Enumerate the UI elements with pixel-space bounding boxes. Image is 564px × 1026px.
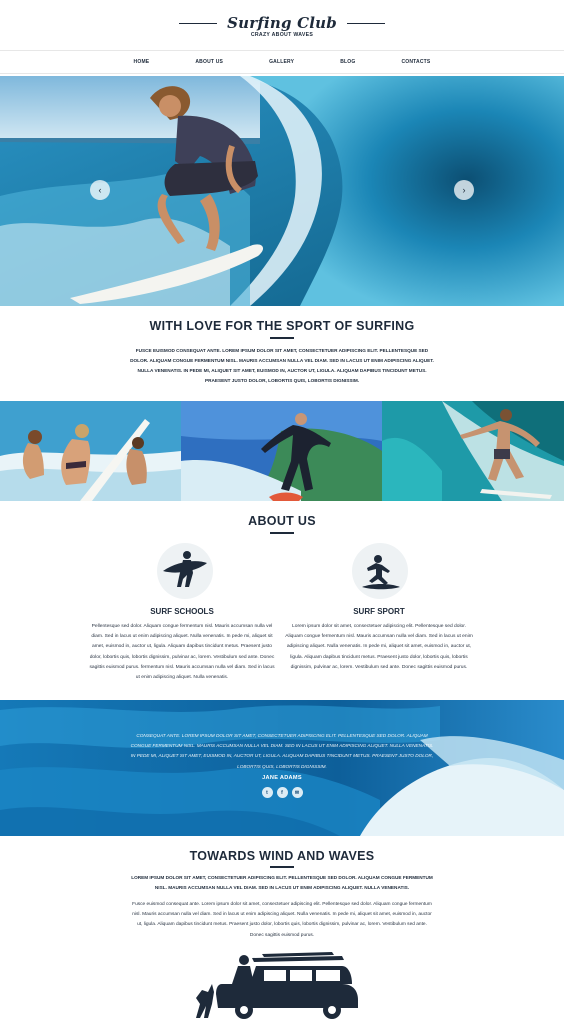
wind-bold-text: LOREM IPSUM DOLOR SIT AMET, CONSECTETUER… — [131, 875, 433, 891]
photo-surfer-wave-image — [382, 401, 564, 501]
email-icon[interactable]: ✉ — [291, 787, 303, 798]
facebook-icon[interactable]: f — [276, 787, 288, 798]
intro-title-underline — [270, 337, 294, 339]
site-tagline: CRAZY ABOUT WAVES — [250, 32, 314, 38]
site-header: Surfing Club CRAZY ABOUT WAVES — [0, 0, 564, 50]
wind-text: Fusce euismod consequat ante. Lorem ipsu… — [132, 902, 432, 938]
testimonial-author: JANE ADAMS — [262, 775, 302, 781]
social-links: t f ✉ — [0, 787, 564, 798]
logo-right-rule — [346, 22, 385, 24]
surf-sport-title: SURF SPORT — [353, 607, 405, 616]
intro-title: WITH LOVE FOR THE SPORT OF SURFING — [149, 319, 415, 333]
logo-row: Surfing Club — [0, 12, 564, 34]
nav-item-about-us[interactable]: ABOUT US — [195, 59, 223, 65]
photo-surfer-wave[interactable] — [382, 401, 564, 501]
surfer-with-board-icon — [157, 543, 213, 599]
twitter-icon[interactable]: t — [261, 787, 273, 798]
surf-schools-title: SURF SCHOOLS — [150, 607, 214, 616]
chevron-right-icon[interactable]: › — [454, 180, 474, 200]
wind-title-underline — [270, 866, 294, 868]
nav-item-contacts[interactable]: CONTACTS — [401, 59, 430, 65]
photo-surfer-wetsuit-image — [181, 401, 382, 501]
hero-slider: ‹ › — [0, 76, 564, 306]
logo-left-rule — [179, 22, 218, 24]
chevron-left-icon[interactable]: ‹ — [90, 180, 110, 200]
nav-item-blog[interactable]: BLOG — [340, 59, 355, 65]
about-title: ABOUT US — [248, 514, 316, 528]
hero-image-surfer — [0, 76, 564, 306]
photo-surf-girls-image — [0, 401, 181, 501]
surf-sport-text: Lorem ipsum dolor sit amet, consectetuer… — [285, 624, 473, 670]
photo-strip — [0, 401, 564, 501]
testimonial-text: CONSEQUAT ANTE. LOREM IPSUM DOLOR SIT AM… — [130, 733, 434, 769]
surf-schools-text: Pellentesque sed dolor. Aliquam congue f… — [89, 624, 275, 681]
nav-item-home[interactable]: HOME — [134, 59, 150, 65]
wind-title: TOWARDS WIND AND WAVES — [189, 849, 375, 863]
main-nav: HOME ABOUT US GALLERY BLOG CONTACTS — [0, 50, 564, 74]
surfer-riding-icon — [352, 543, 408, 599]
about-title-underline — [270, 532, 294, 534]
site-logo[interactable]: Surfing Club — [227, 14, 337, 32]
photo-surfer-wetsuit[interactable] — [181, 401, 382, 501]
nav-item-gallery[interactable]: GALLERY — [269, 59, 294, 65]
surf-car-silhouette-icon — [192, 948, 364, 1020]
photo-surf-girls[interactable] — [0, 401, 181, 501]
intro-text: FUSCE EUISMOD CONSEQUAT ANTE. LOREM IPSU… — [130, 348, 434, 383]
